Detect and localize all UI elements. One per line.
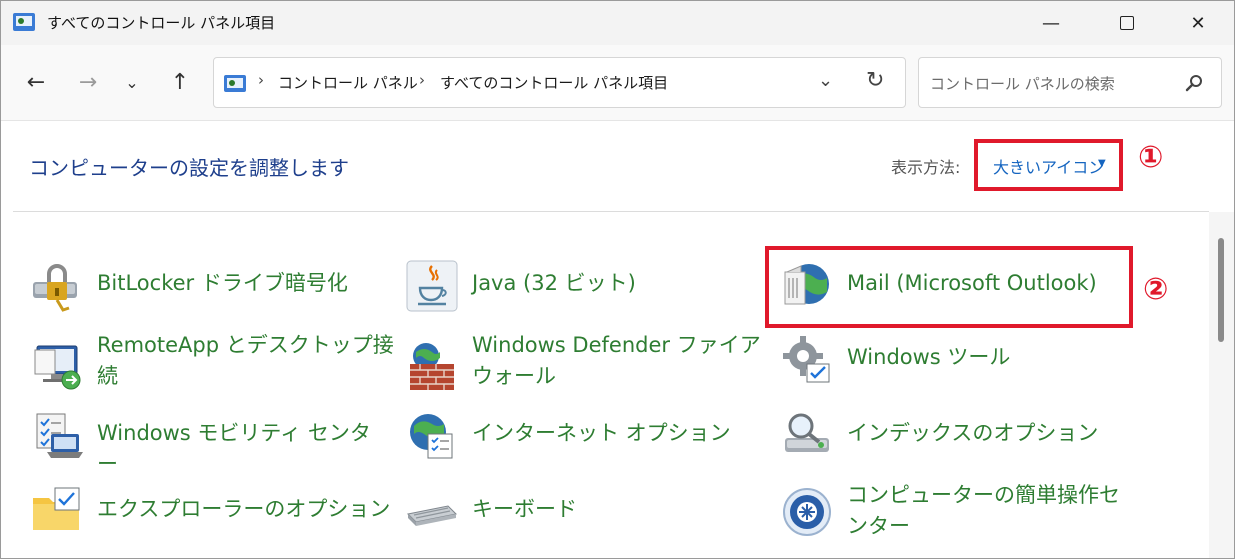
refresh-icon[interactable]: ↻ <box>866 68 884 93</box>
item-indexing[interactable]: インデックスのオプション <box>781 410 1141 470</box>
maximize-icon <box>1120 16 1134 30</box>
recent-locations-button[interactable]: ⌄ <box>115 65 149 99</box>
breadcrumb-control-panel[interactable]: コントロール パネル <box>278 72 418 93</box>
chevron-down-icon[interactable]: ⌄ <box>818 70 833 91</box>
item-ease-of-access[interactable]: コンピューターの簡単操作センター <box>781 480 1141 552</box>
items-grid: BitLocker ドライブ暗号化 Java (32 ビット) Mail (Mi… <box>1 212 1209 558</box>
window-title: すべてのコントロール パネル項目 <box>47 14 276 32</box>
item-remoteapp[interactable]: RemoteApp とデスクトップ接続 <box>31 330 394 402</box>
annotation-box-1 <box>974 139 1123 191</box>
view-by-label: 表示方法: <box>891 158 961 177</box>
page-header: コンピューターの設定を調整します 表示方法: 大きいアイコン ▼ ① <box>1 122 1234 212</box>
breadcrumb-separator: › <box>258 71 264 89</box>
item-folder-options[interactable]: エクスプローラーのオプション <box>31 484 391 544</box>
item-label[interactable]: RemoteApp とデスクトップ接続 <box>97 330 397 392</box>
address-bar[interactable]: › コントロール パネル › すべてのコントロール パネル項目 ⌄ ↻ <box>213 57 906 108</box>
back-button[interactable]: ← <box>19 65 53 99</box>
item-label[interactable]: コンピューターの簡単操作センター <box>847 480 1137 542</box>
folder-options-icon <box>33 487 80 530</box>
item-keyboard[interactable]: キーボード <box>406 484 766 544</box>
minimize-button[interactable]: — <box>1028 1 1074 45</box>
search-icon[interactable] <box>1185 74 1203 92</box>
title-bar: すべてのコントロール パネル項目 — ✕ <box>1 1 1234 45</box>
item-windows-tools[interactable]: Windows ツール <box>781 334 1121 394</box>
item-label[interactable]: Windows ツール <box>847 342 1010 373</box>
indexing-icon <box>785 413 829 452</box>
item-label[interactable]: キーボード <box>472 494 577 525</box>
item-java[interactable]: Java (32 ビット) <box>406 260 746 320</box>
navigation-bar: ← → ⌄ ↑ › コントロール パネル › すべてのコントロール パネル項目 … <box>1 45 1234 121</box>
item-label[interactable]: Windows モビリティ センター <box>97 418 391 480</box>
remoteapp-icon <box>34 345 81 390</box>
close-button[interactable]: ✕ <box>1175 1 1221 45</box>
item-label[interactable]: BitLocker ドライブ暗号化 <box>97 268 348 299</box>
annotation-number-2: ② <box>1143 272 1169 307</box>
search-input[interactable]: コントロール パネルの検索 <box>930 73 1115 94</box>
scrollbar-thumb[interactable] <box>1218 238 1224 342</box>
page-title: コンピューターの設定を調整します <box>29 156 349 180</box>
breadcrumb-all-items[interactable]: すべてのコントロール パネル項目 <box>440 72 668 93</box>
item-label[interactable]: エクスプローラーのオプション <box>97 494 390 525</box>
breadcrumb-separator: › <box>419 71 425 89</box>
up-button[interactable]: ↑ <box>163 65 197 99</box>
tools-icon <box>783 336 830 383</box>
item-label[interactable]: インデックスのオプション <box>847 418 1098 449</box>
vertical-scrollbar[interactable] <box>1209 212 1234 558</box>
item-label[interactable]: Windows Defender ファイアウォール <box>472 330 772 392</box>
search-box[interactable]: コントロール パネルの検索 <box>918 57 1222 108</box>
control-panel-window: すべてのコントロール パネル項目 — ✕ ← → ⌄ ↑ › コントロール パネ… <box>0 0 1235 559</box>
java-icon <box>406 260 458 312</box>
control-panel-icon <box>224 75 246 92</box>
item-bitlocker[interactable]: BitLocker ドライブ暗号化 <box>31 260 361 320</box>
item-label[interactable]: インターネット オプション <box>472 418 731 449</box>
item-internet-options[interactable]: インターネット オプション <box>406 410 766 470</box>
keyboard-icon <box>406 505 458 526</box>
mobility-icon <box>36 413 83 458</box>
maximize-button[interactable] <box>1104 1 1150 45</box>
forward-button[interactable]: → <box>71 65 105 99</box>
ease-of-access-icon <box>783 488 831 536</box>
item-mobility[interactable]: Windows モビリティ センター <box>31 410 391 476</box>
annotation-box-2 <box>765 246 1133 328</box>
bitlocker-icon <box>33 264 77 312</box>
internet-options-icon <box>410 414 453 459</box>
item-firewall[interactable]: Windows Defender ファイアウォール <box>406 330 766 402</box>
control-panel-icon <box>13 13 35 31</box>
annotation-number-1: ① <box>1138 140 1164 175</box>
firewall-icon <box>410 343 454 390</box>
item-label[interactable]: Java (32 ビット) <box>472 268 636 299</box>
